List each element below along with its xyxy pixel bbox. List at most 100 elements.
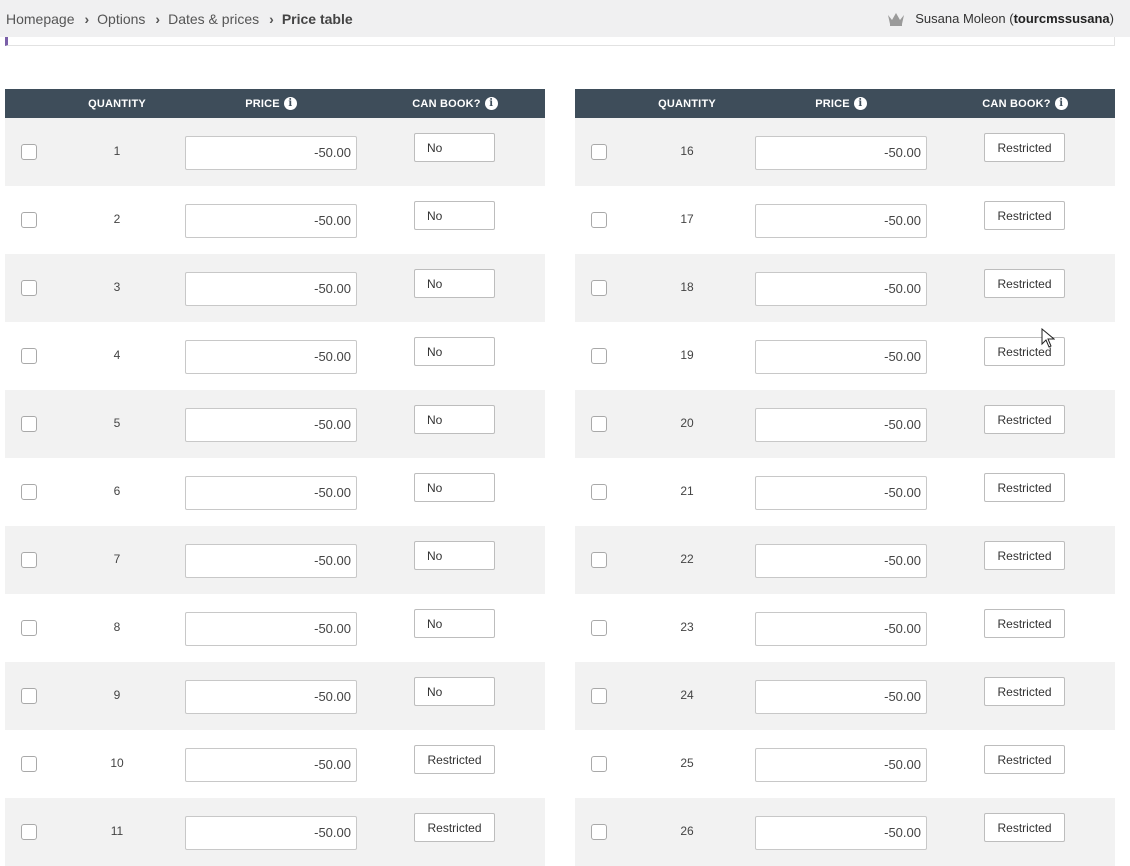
price-input[interactable]: -50.00 xyxy=(185,408,357,442)
table-row: 10 -50.00 Restricted xyxy=(5,730,545,798)
row-checkbox[interactable] xyxy=(21,348,37,364)
user-menu[interactable]: Susana Moleon (tourcmssusana) xyxy=(887,11,1114,26)
row-checkbox[interactable] xyxy=(21,212,37,228)
table-row: 23 -50.00 Restricted xyxy=(575,594,1115,662)
row-checkbox[interactable] xyxy=(21,416,37,432)
can-book-button[interactable]: Restricted xyxy=(984,201,1065,230)
can-book-button[interactable]: No xyxy=(414,609,495,638)
can-book-button[interactable]: No xyxy=(414,133,495,162)
can-book-button[interactable]: No xyxy=(414,405,495,434)
quantity-value: 22 xyxy=(680,552,694,566)
row-checkbox[interactable] xyxy=(21,144,37,160)
row-checkbox[interactable] xyxy=(591,280,607,296)
price-input[interactable]: -50.00 xyxy=(755,476,927,510)
row-checkbox[interactable] xyxy=(21,824,37,840)
price-input[interactable]: -50.00 xyxy=(755,272,927,306)
table-row: 24 -50.00 Restricted xyxy=(575,662,1115,730)
can-book-button[interactable]: Restricted xyxy=(984,541,1065,570)
chevron-right-icon: › xyxy=(84,10,90,27)
price-input[interactable]: -50.00 xyxy=(185,340,357,374)
quantity-value: 8 xyxy=(113,620,121,634)
can-book-button[interactable]: No xyxy=(414,473,495,502)
price-input[interactable]: -50.00 xyxy=(185,476,357,510)
can-book-button[interactable]: Restricted xyxy=(984,473,1065,502)
can-book-button[interactable]: Restricted xyxy=(984,133,1065,162)
price-input[interactable]: -50.00 xyxy=(755,544,927,578)
quantity-value: 24 xyxy=(680,688,694,702)
can-book-button[interactable]: Restricted xyxy=(984,677,1065,706)
row-checkbox[interactable] xyxy=(591,348,607,364)
row-checkbox[interactable] xyxy=(591,484,607,500)
price-input[interactable]: -50.00 xyxy=(185,136,357,170)
row-checkbox[interactable] xyxy=(21,552,37,568)
can-book-button[interactable]: Restricted xyxy=(984,813,1065,842)
row-checkbox[interactable] xyxy=(21,484,37,500)
can-book-button[interactable]: Restricted xyxy=(414,745,495,774)
chevron-right-icon: › xyxy=(269,10,274,27)
info-icon[interactable]: i xyxy=(853,97,867,110)
row-checkbox[interactable] xyxy=(21,280,37,296)
can-book-button[interactable]: Restricted xyxy=(414,813,495,842)
row-checkbox[interactable] xyxy=(591,416,607,432)
table-row: 16 -50.00 Restricted xyxy=(575,118,1115,186)
row-checkbox[interactable] xyxy=(591,756,607,772)
price-input[interactable]: -50.00 xyxy=(755,136,927,170)
price-input[interactable]: -50.00 xyxy=(185,612,357,646)
row-checkbox[interactable] xyxy=(591,620,607,636)
table-header: QUANTITY PRICE i CAN BOOK? i xyxy=(575,89,1115,118)
price-input[interactable]: -50.00 xyxy=(755,408,927,442)
table-row: 3 -50.00 No xyxy=(5,254,545,322)
row-checkbox[interactable] xyxy=(21,756,37,772)
table-row: 17 -50.00 Restricted xyxy=(575,186,1115,254)
price-input[interactable]: -50.00 xyxy=(185,680,357,714)
price-input[interactable]: -50.00 xyxy=(185,544,357,578)
price-input[interactable]: -50.00 xyxy=(755,204,927,238)
can-book-button[interactable]: Restricted xyxy=(984,269,1065,298)
can-book-button[interactable]: No xyxy=(414,541,495,570)
price-table-right: QUANTITY PRICE i CAN BOOK? i 16 -50.00 Restr… xyxy=(575,89,1115,866)
can-book-button[interactable]: Restricted xyxy=(984,745,1065,774)
price-input[interactable]: -50.00 xyxy=(185,204,357,238)
price-input[interactable]: -50.00 xyxy=(755,816,927,850)
quantity-value: 1 xyxy=(113,144,121,158)
price-input[interactable]: -50.00 xyxy=(185,748,357,782)
table-row: 26 -50.00 Restricted xyxy=(575,798,1115,866)
crown-icon xyxy=(888,12,905,26)
row-checkbox[interactable] xyxy=(591,824,607,840)
can-book-button[interactable]: Restricted xyxy=(984,405,1065,434)
quantity-value: 9 xyxy=(113,688,121,702)
can-book-button[interactable]: No xyxy=(414,201,495,230)
breadcrumb-options[interactable]: Options xyxy=(97,11,145,27)
header-can-book-label: CAN BOOK? xyxy=(412,97,481,110)
header-can-book: CAN BOOK? i xyxy=(975,89,1075,118)
info-icon[interactable]: i xyxy=(283,97,297,110)
table-body: 16 -50.00 Restricted 17 -50.00 Restricted 18 -5… xyxy=(575,118,1115,866)
can-book-button[interactable]: Restricted xyxy=(984,609,1065,638)
price-input[interactable]: -50.00 xyxy=(755,680,927,714)
table-row: 5 -50.00 No xyxy=(5,390,545,458)
info-icon[interactable]: i xyxy=(484,97,498,110)
breadcrumb-current: Price table xyxy=(281,10,353,27)
info-icon[interactable]: i xyxy=(1054,97,1068,110)
price-input[interactable]: -50.00 xyxy=(185,272,357,306)
breadcrumb-homepage[interactable]: Homepage xyxy=(6,11,75,27)
breadcrumb: Homepage › Options › Dates & prices › Pr… xyxy=(6,11,353,27)
price-input[interactable]: -50.00 xyxy=(755,748,927,782)
price-input[interactable]: -50.00 xyxy=(755,612,927,646)
breadcrumb-dates-prices[interactable]: Dates & prices xyxy=(168,11,259,27)
row-checkbox[interactable] xyxy=(591,688,607,704)
row-checkbox[interactable] xyxy=(21,688,37,704)
quantity-value: 25 xyxy=(680,756,694,770)
header-price: PRICE i xyxy=(185,89,357,118)
row-checkbox[interactable] xyxy=(591,552,607,568)
quantity-value: 4 xyxy=(113,348,121,362)
can-book-button[interactable]: No xyxy=(414,677,495,706)
price-input[interactable]: -50.00 xyxy=(185,816,357,850)
quantity-value: 19 xyxy=(680,348,694,362)
can-book-button[interactable]: No xyxy=(414,269,495,298)
row-checkbox[interactable] xyxy=(591,144,607,160)
row-checkbox[interactable] xyxy=(591,212,607,228)
price-input[interactable]: -50.00 xyxy=(755,340,927,374)
row-checkbox[interactable] xyxy=(21,620,37,636)
can-book-button[interactable]: No xyxy=(414,337,495,366)
